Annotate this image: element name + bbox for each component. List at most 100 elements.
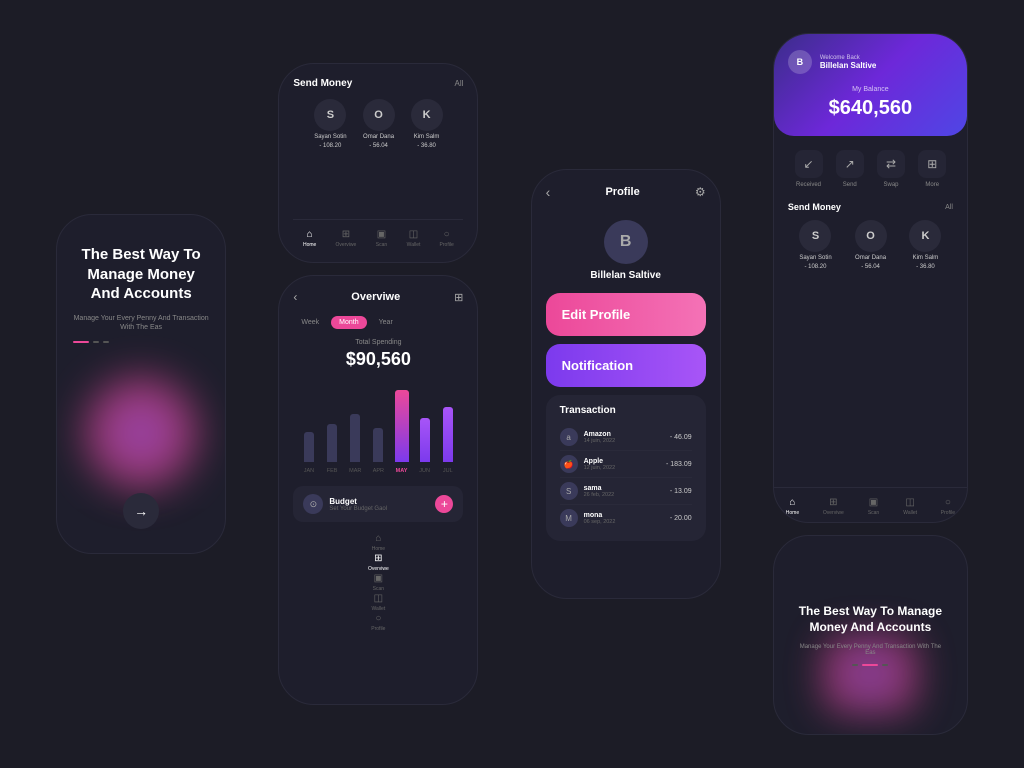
balance-label: My Balance <box>788 86 953 93</box>
nav-overview[interactable]: ⊞ Overviwe <box>335 228 356 248</box>
overview-icon: ⊞ <box>372 552 384 564</box>
avatar-amount-s: - 108.20 <box>319 143 341 149</box>
action-swap[interactable]: ⇄ Swap <box>877 150 905 188</box>
nav-home[interactable]: ⌂ Home <box>786 496 799 516</box>
nav-profile-label: Profile <box>371 626 385 632</box>
nav-scan-label: Scan <box>376 242 387 248</box>
bar <box>304 432 314 462</box>
nav-home-label: Home <box>303 242 316 248</box>
budget-text-block: Budget Set Your Budget Gaol <box>329 497 387 512</box>
txn-amount: - 20.00 <box>670 515 692 522</box>
dash-bottom-nav: ⌂ Home ⊞ Overviwe ▣ Scan ◫ Wallet ○ Pr <box>774 487 967 522</box>
nav-profile[interactable]: ○ Profile <box>941 496 955 516</box>
txn-mona[interactable]: M mona 06 sep, 2022 - 20.00 <box>560 505 692 531</box>
period-week[interactable]: Week <box>293 316 327 329</box>
nav-overview-label: Overviwe <box>335 242 356 248</box>
bar-chart <box>293 382 463 462</box>
swap-label: Swap <box>883 182 898 188</box>
nav-wallet[interactable]: ◫ Wallet <box>903 496 917 516</box>
sama-icon: S <box>560 482 578 500</box>
period-year[interactable]: Year <box>371 316 401 329</box>
profile-icon: ○ <box>441 228 453 240</box>
nav-overview-label: Overviwe <box>823 510 844 516</box>
period-tabs: Week Month Year <box>293 316 463 329</box>
more-icon: ⊞ <box>918 150 946 178</box>
dash-username: Billelan Saltive <box>820 61 876 70</box>
nav-wallet[interactable]: ◫ Wallet <box>407 228 421 248</box>
back-icon[interactable]: ‹ <box>293 290 297 304</box>
bar-jan <box>297 432 320 462</box>
dot-1 <box>852 664 858 666</box>
right-column: B Welcome Back Billelan Saltive My Balan… <box>773 33 968 735</box>
label-jul: JUL <box>436 468 459 474</box>
txn-amazon[interactable]: a Amazon 14 juin, 2022 - 46.09 <box>560 424 692 451</box>
nav-profile-label: Profile <box>440 242 454 248</box>
nav-profile[interactable]: ○ Profile <box>293 612 463 632</box>
txn-amount: - 183.09 <box>666 461 692 468</box>
chart-labels: JAN FEB MAR APR MAY JUN JUL <box>293 468 463 474</box>
period-month[interactable]: Month <box>331 316 366 329</box>
send-title: Send Money <box>293 78 352 89</box>
mona-icon: M <box>560 509 578 527</box>
action-received[interactable]: ↙ Received <box>795 150 823 188</box>
swap-icon: ⇄ <box>877 150 905 178</box>
label-may: MAY <box>390 468 413 474</box>
nav-profile[interactable]: ○ Profile <box>440 228 454 248</box>
avatar-item-o[interactable]: O Omar Dana - 56.04 <box>855 220 887 270</box>
nav-overview[interactable]: ⊞ Overviwe <box>823 496 844 516</box>
dash-send-section: Send Money All S Sayan Sotin - 108.20 O … <box>774 202 967 282</box>
send-icon: ↗ <box>836 150 864 178</box>
budget-row[interactable]: ⊙ Budget Set Your Budget Gaol + <box>293 486 463 522</box>
intro-title: The Best Way To Manage Money And Account… <box>73 245 209 304</box>
phone-profile: ‹ Profile ⚙ B Billelan Saltive Edit Prof… <box>531 169 721 599</box>
avatar-amount: - 36.80 <box>916 264 935 270</box>
avatar-item[interactable]: S Sayan Sotin - 108.20 <box>314 99 346 149</box>
intro2-dots <box>852 664 888 666</box>
budget-plus-button[interactable]: + <box>435 495 453 513</box>
dot-2 <box>93 341 99 343</box>
arrow-button[interactable]: → <box>123 493 159 529</box>
avatar-name-s: Sayan Sotin <box>314 134 346 140</box>
intro-text-block: The Best Way To Manage Money And Account… <box>73 245 209 343</box>
avatar-item-s[interactable]: S Sayan Sotin - 108.20 <box>799 220 831 270</box>
send-avatars: S Sayan Sotin - 108.20 O Omar Dana - 56.… <box>293 99 463 149</box>
bar-apr <box>367 428 390 462</box>
txn-apple[interactable]: 🍎 Apple 12 juin, 2022 - 183.09 <box>560 451 692 478</box>
bar-feb <box>321 424 344 462</box>
nav-overview[interactable]: ⊞ Overviwe <box>293 552 463 572</box>
nav-wallet[interactable]: ◫ Wallet <box>293 592 463 612</box>
txn-amount: - 13.09 <box>670 488 692 495</box>
avatar-item-k[interactable]: K Kim Salm - 36.80 <box>909 220 941 270</box>
action-more[interactable]: ⊞ More <box>918 150 946 188</box>
gear-icon[interactable]: ⚙ <box>695 185 706 199</box>
avatar-item[interactable]: O Omar Dana - 56.04 <box>363 99 395 149</box>
txn-sama[interactable]: S sama 26 feb, 2022 - 13.09 <box>560 478 692 505</box>
nav-scan[interactable]: ▣ Scan <box>293 572 463 592</box>
avatar: B <box>604 220 648 264</box>
home-icon: ⌂ <box>372 532 384 544</box>
send-label: Send <box>843 182 857 188</box>
filter-icon[interactable]: ⊞ <box>454 291 463 304</box>
notification-button[interactable]: Notification <box>546 344 706 387</box>
action-send[interactable]: ↗ Send <box>836 150 864 188</box>
overview-icon: ⊞ <box>827 496 839 508</box>
nav-home[interactable]: ⌂ Home <box>303 228 316 248</box>
nav-home[interactable]: ⌂ Home <box>293 532 463 552</box>
label-mar: MAR <box>344 468 367 474</box>
txn-left: S sama 26 feb, 2022 <box>560 482 615 500</box>
intro2-title: The Best Way To Manage Money And Account… <box>794 604 947 635</box>
profile-avatar-section: B Billelan Saltive <box>532 208 720 293</box>
avatar-item[interactable]: K Kim Salm - 36.80 <box>411 99 443 149</box>
edit-profile-button[interactable]: Edit Profile <box>546 293 706 336</box>
nav-scan[interactable]: ▣ Scan <box>375 228 387 248</box>
txn-info: Apple 12 juin, 2022 <box>584 458 616 471</box>
nav-scan[interactable]: ▣ Scan <box>868 496 880 516</box>
avatar-name: Kim Salm <box>913 255 939 261</box>
spending-label: Total Spending <box>293 339 463 346</box>
back-button[interactable]: ‹ <box>546 184 551 200</box>
transaction-title: Transaction <box>560 405 692 416</box>
txn-name: Amazon <box>584 431 616 438</box>
amazon-icon: a <box>560 428 578 446</box>
balance-value: $640,560 <box>788 97 953 120</box>
txn-info: Amazon 14 juin, 2022 <box>584 431 616 444</box>
